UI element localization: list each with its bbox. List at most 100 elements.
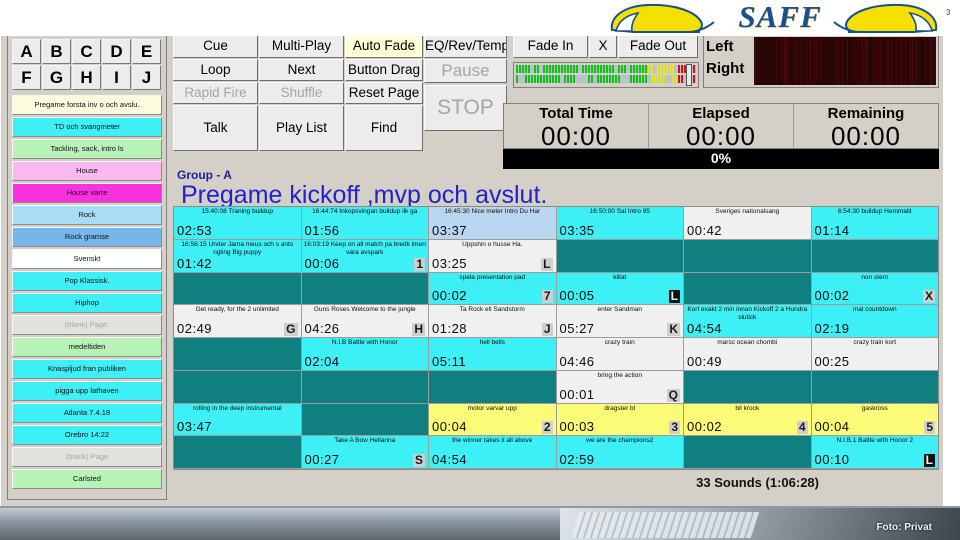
cart-button[interactable]: the winner takes it all above 04:54 xyxy=(429,436,557,469)
toolbar-button-loop[interactable]: Loop xyxy=(173,59,258,81)
toolbar-button-auto-fade[interactable]: Auto Fade xyxy=(345,34,423,58)
cart-button[interactable]: spela presentation pad 00:02 7 xyxy=(429,273,557,306)
page-button-c[interactable]: C xyxy=(72,39,101,64)
cart-button[interactable]: hell bells 05:11 xyxy=(429,338,557,371)
cart-button[interactable]: non stem 00:02 X xyxy=(812,273,939,306)
cart-button[interactable]: 16:44:74 Inkopsvingan buildup ilk ga 01:5… xyxy=(302,207,430,240)
cue-list-item[interactable]: Hiphop xyxy=(12,293,162,313)
cue-list-item[interactable]: Svenskt xyxy=(12,249,162,269)
cart-button[interactable]: 16:50:00 Sal Intro 95 03:35 xyxy=(557,207,685,240)
cue-list-item[interactable]: Pop Klassisk. xyxy=(12,271,162,291)
cue-list-item[interactable]: medeltiden xyxy=(12,337,162,357)
toolbar-button-reset-page[interactable]: Reset Page xyxy=(345,82,423,104)
page-button-g[interactable]: G xyxy=(42,65,71,90)
cart-button[interactable]: N.I.B Battle with Honor 02:04 xyxy=(302,338,430,371)
toolbar-button-next[interactable]: Next xyxy=(259,59,344,81)
cue-list-item[interactable]: Carlsted xyxy=(12,469,162,489)
cart-button[interactable]: N.I.B.1 Battle with Honor 2 00:10 L xyxy=(812,436,939,469)
cart-button[interactable] xyxy=(812,371,939,404)
cart-button[interactable]: Get ready, for the 2 unlimited 02:49 G xyxy=(174,305,302,338)
toolbar-button-shuffle[interactable]: Shuffle xyxy=(259,82,344,104)
page-button-e[interactable]: E xyxy=(132,39,161,64)
cart-button[interactable]: Ta Rock ell Sandstorm 01:28 J xyxy=(429,305,557,338)
cart-button[interactable]: Take A Bow Hellanna 00:27 S xyxy=(302,436,430,469)
cart-button[interactable]: marsc ocean chombi 00:49 xyxy=(684,338,812,371)
cart-button[interactable] xyxy=(684,436,812,469)
page-button-d[interactable]: D xyxy=(102,39,131,64)
stop-button[interactable]: STOP xyxy=(424,85,507,131)
cue-list-item[interactable]: (blank) Page xyxy=(12,447,162,467)
cue-list-item[interactable]: pigga upp lathaven xyxy=(12,381,162,401)
cart-button[interactable] xyxy=(302,404,430,437)
cue-list-item[interactable]: House xyxy=(12,161,162,181)
cue-list-item[interactable]: House varre xyxy=(12,183,162,203)
cart-button[interactable]: 16:45:30 Nice meter Intro Du Har 03:37 xyxy=(429,207,557,240)
cart-button[interactable]: bil krock 00:02 4 xyxy=(684,404,812,437)
page-button-a[interactable]: A xyxy=(12,39,41,64)
cart-button[interactable]: crazy train kort 00:25 xyxy=(812,338,939,371)
playback-progress-bar[interactable]: 0% xyxy=(503,149,939,169)
cart-button[interactable]: crazy train 04:46 xyxy=(557,338,685,371)
cart-button[interactable] xyxy=(684,273,812,306)
cart-button[interactable]: 15:40:08 Traning buildup 02:53 xyxy=(174,207,302,240)
cart-button[interactable]: Uppshin o husse Ha. 03:25 L xyxy=(429,240,557,273)
cue-list-item[interactable]: TD och svangmeter xyxy=(12,117,162,137)
cart-button[interactable]: we are the champions2 02:59 xyxy=(557,436,685,469)
cart-button[interactable]: 16:03:19 Keep on all match pa bredk imen… xyxy=(302,240,430,273)
cart-button[interactable] xyxy=(302,273,430,306)
cart-button[interactable] xyxy=(174,436,302,469)
page-button-b[interactable]: B xyxy=(42,39,71,64)
cue-list-item[interactable]: Rock gramse xyxy=(12,227,162,247)
page-button-i[interactable]: I xyxy=(102,65,131,90)
cart-button[interactable]: gaskross 00:04 5 xyxy=(812,404,939,437)
cue-list-item[interactable]: Atlanta 7.4.18 xyxy=(12,403,162,423)
cart-button[interactable] xyxy=(174,338,302,371)
fade-in-button[interactable]: Fade In xyxy=(513,34,588,58)
page-button-f[interactable]: F xyxy=(12,65,41,90)
cart-button-duration: 00:04 xyxy=(815,419,850,434)
cue-list-item[interactable]: Tackling, sack, intro ls xyxy=(12,139,162,159)
cart-button[interactable] xyxy=(557,240,685,273)
cart-button[interactable]: mal countdown 02:19 xyxy=(812,305,939,338)
cart-button[interactable]: 6:54:30 buildup Hemmalit 01:14 xyxy=(812,207,939,240)
cart-button[interactable]: Kort exakt 2 min innan Kickoff 2 a Hundr… xyxy=(684,305,812,338)
cart-button[interactable]: killat 00:05 L xyxy=(557,273,685,306)
cart-button[interactable]: Guns Roses Welcome to the jungle 04:26 H xyxy=(302,305,430,338)
toolbar-button-button-drag[interactable]: Button Drag xyxy=(345,59,423,81)
level-meter-slider[interactable] xyxy=(513,62,699,88)
cue-list-item[interactable]: Orebro 14:22 xyxy=(12,425,162,445)
toolbar-column-1: Cue Loop Rapid Fire Talk xyxy=(173,34,258,152)
cart-button-badge: 7 xyxy=(542,290,553,303)
cart-button[interactable] xyxy=(174,273,302,306)
cart-button[interactable] xyxy=(429,371,557,404)
toolbar-button-play-list[interactable]: Play List xyxy=(259,105,344,151)
cue-list-item[interactable]: Rock xyxy=(12,205,162,225)
cart-button[interactable]: motor varvar upp 00:04 2 xyxy=(429,404,557,437)
cart-button[interactable] xyxy=(174,371,302,404)
toolbar-button-rapid-fire[interactable]: Rapid Fire xyxy=(173,82,258,104)
meter-segment xyxy=(570,75,572,83)
toolbar-button-cue[interactable]: Cue xyxy=(173,34,258,58)
cart-button[interactable] xyxy=(684,240,812,273)
cart-button[interactable] xyxy=(684,371,812,404)
toolbar-button-talk[interactable]: Talk xyxy=(173,105,258,151)
cart-button[interactable]: 16:56:15 Under Jama meus och s ants ngli… xyxy=(174,240,302,273)
cart-button[interactable]: Sveriges nationalsang 00:42 xyxy=(684,207,812,240)
pause-button[interactable]: Pause xyxy=(424,59,507,83)
cart-button[interactable]: bring the action 00:01 Q xyxy=(557,371,685,404)
cart-button[interactable]: enter Sandman 05:27 K xyxy=(557,305,685,338)
eq-rev-temp-button[interactable]: EQ/Rev/Temp xyxy=(424,34,507,58)
cart-button[interactable]: dragster bl 00:03 3 xyxy=(557,404,685,437)
toolbar-button-find[interactable]: Find xyxy=(345,105,423,151)
cart-button[interactable] xyxy=(302,371,430,404)
meter-slider-knob[interactable] xyxy=(686,64,692,86)
meter-segment xyxy=(573,65,575,73)
cue-list-item[interactable]: Knaspljud fran publiken xyxy=(12,359,162,379)
toolbar-button-multi-play[interactable]: Multi-Play xyxy=(259,34,344,58)
cart-button[interactable]: rolling in the deep instrumental 03:47 xyxy=(174,404,302,437)
page-button-j[interactable]: J xyxy=(132,65,161,90)
cue-list-item[interactable]: Pregame forsta inv o och avslu. xyxy=(12,95,162,115)
cart-button[interactable] xyxy=(812,240,939,273)
page-button-h[interactable]: H xyxy=(72,65,101,90)
cue-list-item[interactable]: (blank) Page. xyxy=(12,315,162,335)
